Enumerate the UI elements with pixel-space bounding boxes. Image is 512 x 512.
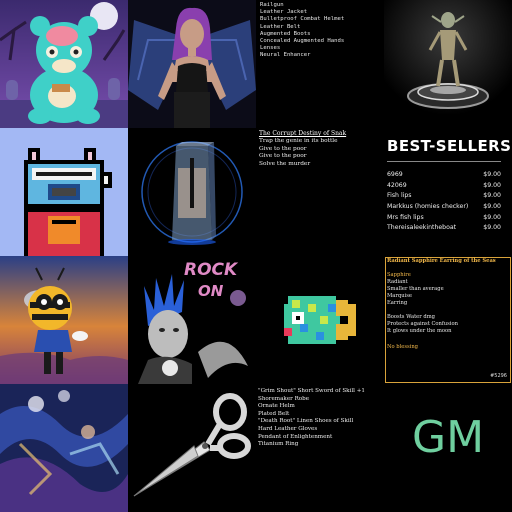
quest-item: Trap the genie in its bottle <box>259 138 338 144</box>
loot-card-tile[interactable]: Railgun Leather Jacket Bulletproof Comba… <box>256 0 384 128</box>
pixel-cat-art <box>0 128 128 256</box>
quest-card-title: The Corrupt Destiny of Snak <box>259 130 347 137</box>
item-price: $9.00 <box>483 213 501 221</box>
winged-woman-art <box>128 0 256 128</box>
on-text: ON <box>198 282 224 300</box>
gem-card-tile[interactable]: Radiant Sapphire Earring of the Seas Sap… <box>384 256 512 384</box>
gem-effect: It glows under the moon <box>387 328 452 334</box>
rock-text: ROCK <box>184 260 238 280</box>
best-seller-row[interactable]: 42069 $9.00 <box>387 182 501 193</box>
loot-item: "Death Root" Linen Shoes of Skill <box>258 418 354 425</box>
item-price: $9.00 <box>483 171 501 178</box>
statue-pedestal-art <box>384 0 512 128</box>
gem-attribute: Marquise <box>387 293 412 299</box>
gem-effect: Boosts Water dmg <box>387 314 435 320</box>
zombie-bear-tile[interactable] <box>0 0 128 128</box>
glass-box-art <box>128 128 256 256</box>
loot-item: Shoremaker Robe <box>258 395 310 402</box>
best-seller-row[interactable]: Thereisaleekintheboat $9.00 <box>387 224 501 235</box>
pixel-fish-art <box>256 256 384 384</box>
quest-card-tile[interactable]: The Corrupt Destiny of Snak Trap the gen… <box>256 128 384 256</box>
gem-blessing: No blessing <box>387 344 419 350</box>
winged-woman-tile[interactable] <box>128 0 256 128</box>
zombie-bear-art <box>0 0 128 128</box>
gem-category: Sapphire <box>387 272 411 278</box>
gem-effect: Protects against Confusion <box>387 321 458 327</box>
gem-attribute: Smaller than average <box>387 286 444 292</box>
item-name: Markkus (homies checker) <box>387 203 469 211</box>
statue-pedestal-tile[interactable] <box>384 0 512 128</box>
loot-item: Titanium Ring <box>258 441 299 448</box>
loot-item: Ornate Helm <box>258 403 295 410</box>
quest-item: Give to the poor <box>259 153 307 160</box>
pixel-cat-tile[interactable] <box>0 128 128 256</box>
gm-tile[interactable]: GM <box>384 384 512 512</box>
best-seller-row[interactable]: 6969 $9.00 <box>387 171 501 182</box>
token-id: #5296 <box>490 373 507 379</box>
sword-loot-tile[interactable]: "Grim Shout" Short Sword of Skill +1 Sho… <box>256 384 384 512</box>
pixel-fish-tile[interactable] <box>256 256 384 384</box>
item-name: Fish lips <box>387 192 412 200</box>
quest-list: Trap the genie in its bottle Give to the… <box>259 138 338 168</box>
loot-item: Leather Jacket <box>260 9 308 16</box>
abstract-scene-art <box>0 384 128 512</box>
loot-item: Railgun <box>260 2 284 8</box>
best-seller-row[interactable]: Markkus (homies checker) $9.00 <box>387 203 501 214</box>
loot-item: Plated Belt <box>258 410 290 417</box>
item-name: Thereisaleekintheboat <box>387 224 457 232</box>
scissors-icon <box>128 384 256 512</box>
loot-item: Concealed Augmented Hands <box>260 38 345 45</box>
loot-item-list: Railgun Leather Jacket Bulletproof Comba… <box>260 2 344 60</box>
quest-item: Give to the poor <box>259 145 307 152</box>
item-name: Mrs fish lips <box>387 213 424 221</box>
loot-item: Lenses <box>260 45 281 52</box>
glass-box-tile[interactable] <box>128 128 256 256</box>
bee-tile[interactable] <box>0 256 128 384</box>
best-sellers-list: 6969 $9.00 42069 $9.00 Fish lips $9.00 M… <box>387 171 501 235</box>
best-seller-row[interactable]: Mrs fish lips $9.00 <box>387 214 501 225</box>
bee-character-art <box>0 256 128 384</box>
item-price: $9.00 <box>483 203 501 211</box>
item-price: $9.00 <box>483 192 501 200</box>
quest-item: Solve the murder <box>259 160 311 167</box>
nft-gallery-grid: Railgun Leather Jacket Bulletproof Comba… <box>0 0 512 512</box>
gm-text: GM <box>411 412 485 463</box>
gem-attribute: Earring <box>387 300 408 306</box>
item-price: $9.00 <box>483 181 501 189</box>
loot-item: Pendant of Enlightenment <box>258 433 333 440</box>
loot-item: "Grim Shout" Short Sword of Skill +1 <box>258 388 365 394</box>
gem-title: Radiant Sapphire Earring of the Seas <box>387 258 496 264</box>
loot-item: Leather Belt <box>260 23 301 30</box>
loot-item: Augmented Boots <box>260 30 311 37</box>
rock-on-tile[interactable]: ROCK ON <box>128 256 256 384</box>
divider <box>387 161 501 162</box>
scissors-tile[interactable] <box>128 384 256 512</box>
loot-item: Neural Enhancer <box>260 52 311 59</box>
best-sellers-title: BEST-SELLERS <box>387 137 512 155</box>
item-name: 42069 <box>387 181 407 189</box>
loot-item: Bulletproof Combat Helmet <box>260 16 345 23</box>
best-sellers-tile[interactable]: BEST-SELLERS 6969 $9.00 42069 $9.00 Fish… <box>384 128 512 256</box>
gem-attribute: Radiant <box>387 279 408 285</box>
best-seller-row[interactable]: Fish lips $9.00 <box>387 192 501 203</box>
loot-item: Hard Leather Gloves <box>258 425 318 432</box>
sword-loot-list: "Grim Shout" Short Sword of Skill +1 Sho… <box>258 388 365 449</box>
item-name: 6969 <box>387 171 403 178</box>
item-price: $9.00 <box>483 224 501 232</box>
abstract-scene-tile[interactable] <box>0 384 128 512</box>
